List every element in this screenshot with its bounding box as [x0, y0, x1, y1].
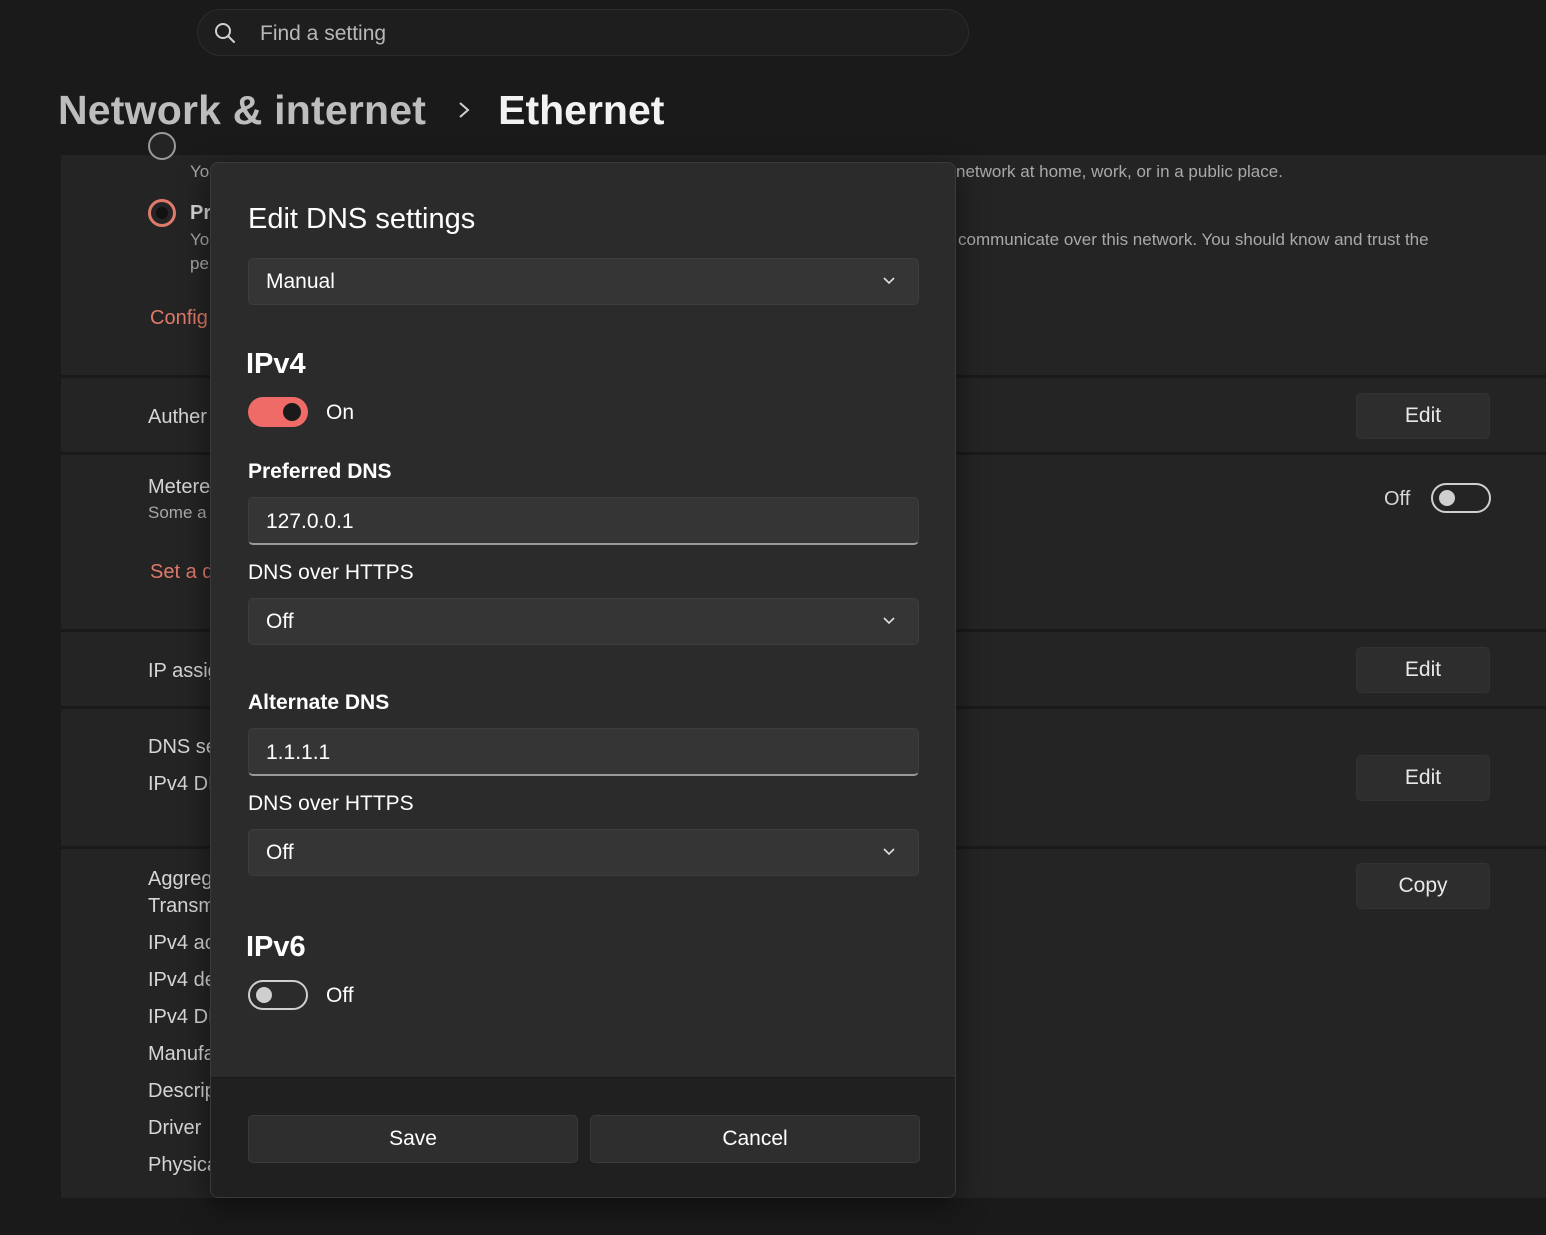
ipv4-toggle[interactable] [248, 397, 308, 427]
ipv4-toggle-knob [283, 403, 301, 421]
ipv6-heading: IPv6 [246, 931, 306, 963]
public-desc: network at home, work, or in a public pl… [956, 162, 1283, 181]
page-title: Ethernet [498, 86, 665, 133]
preferred-doh-dropdown[interactable]: Off [248, 598, 919, 645]
property-row: IPv4 ac [148, 932, 215, 954]
breadcrumb-parent[interactable]: Network & internet [58, 87, 426, 134]
metered-toggle-knob [1439, 490, 1455, 506]
edit-dns-dialog: Edit DNS settings Manual IPv4 On Preferr… [210, 162, 956, 1198]
public-desc-head: Yo [190, 162, 210, 181]
private-radio-dot [156, 207, 168, 219]
dns-assignment-label: DNS se [148, 736, 217, 758]
search-icon [215, 23, 235, 43]
data-limit-link[interactable]: Set a d [150, 561, 213, 584]
search-box[interactable] [197, 9, 969, 56]
dialog-footer: Save Cancel [211, 1077, 955, 1197]
dns-mode-value: Manual [266, 270, 335, 293]
authentication-edit-button[interactable]: Edit [1356, 393, 1490, 439]
property-row: IPv4 DI [148, 1006, 214, 1028]
cancel-button[interactable]: Cancel [590, 1115, 920, 1163]
alternate-dns-label: Alternate DNS [248, 691, 390, 714]
breadcrumb: Network & internet Ethernet [58, 84, 664, 136]
ip-assignment-label: IP assig [148, 660, 219, 682]
copy-button[interactable]: Copy [1356, 863, 1490, 909]
ip-assignment-edit-button[interactable]: Edit [1356, 647, 1490, 693]
save-button[interactable]: Save [248, 1115, 578, 1163]
dns-assignment-sub: IPv4 DI [148, 773, 214, 795]
public-radio[interactable] [148, 132, 176, 160]
dialog-title: Edit DNS settings [248, 203, 476, 235]
chevron-down-icon [883, 277, 895, 285]
preferred-dns-input[interactable] [264, 508, 888, 536]
property-row: Aggreg [148, 868, 213, 890]
alternate-doh-label: DNS over HTTPS [248, 792, 414, 815]
private-desc-head: Yo [190, 230, 210, 249]
ipv6-toggle-knob [256, 987, 272, 1003]
property-row: Driver [148, 1117, 202, 1139]
metered-toggle[interactable] [1431, 483, 1491, 513]
chevron-down-icon [883, 848, 895, 856]
private-desc: communicate over this network. You shoul… [958, 230, 1429, 249]
alternate-doh-value: Off [266, 841, 294, 864]
ipv6-toggle[interactable] [248, 980, 308, 1010]
ipv4-toggle-label: On [326, 401, 355, 424]
property-row: Physica [148, 1154, 219, 1176]
alternate-doh-dropdown[interactable]: Off [248, 829, 919, 876]
alternate-dns-field[interactable] [248, 728, 919, 776]
ipv6-toggle-label: Off [326, 984, 354, 1007]
property-row: IPv4 de [148, 969, 216, 991]
configure-firewall-link[interactable]: Config [150, 307, 208, 330]
metered-toggle-label: Off [1384, 488, 1411, 510]
dns-mode-dropdown[interactable]: Manual [248, 258, 919, 305]
property-row: Manufa [148, 1043, 215, 1065]
preferred-doh-label: DNS over HTTPS [248, 561, 414, 584]
preferred-dns-label: Preferred DNS [248, 460, 392, 483]
ipv4-heading: IPv4 [246, 348, 306, 380]
alternate-dns-input[interactable] [264, 739, 888, 767]
preferred-doh-value: Off [266, 610, 294, 633]
metered-label: Metere [148, 476, 211, 498]
dns-assignment-edit-button[interactable]: Edit [1356, 755, 1490, 801]
private-radio[interactable] [148, 199, 176, 227]
property-row: Transm [148, 895, 216, 917]
property-row: Descrip [148, 1080, 216, 1102]
private-label: Pr [190, 202, 212, 224]
chevron-right-icon [459, 102, 470, 118]
search-input[interactable] [258, 18, 942, 50]
private-desc-head2: pe [190, 254, 209, 273]
preferred-dns-field[interactable] [248, 497, 919, 545]
chevron-down-icon [883, 617, 895, 625]
authentication-label: Auther [148, 406, 207, 428]
metered-sub: Some a [148, 503, 207, 522]
